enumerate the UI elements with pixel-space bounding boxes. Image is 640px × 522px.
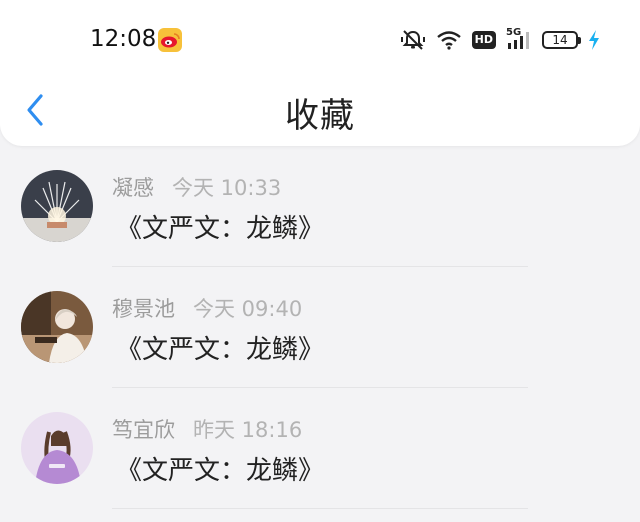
status-icons: HD 5G 14	[400, 27, 600, 52]
favorites-list: 凝感 今天 10:33 《文严文：龙鳞》 穆景池 今天 09:40 《文严文：龙鳞》	[0, 146, 640, 509]
avatar[interactable]	[21, 412, 93, 484]
item-title: 《文严文：龙鳞》	[116, 456, 325, 486]
hd-badge-icon: HD	[471, 31, 496, 49]
app-header: 12:08 HD 5G 14 收藏	[0, 0, 640, 146]
item-meta: 笃宜欣 昨天 18:16	[112, 414, 302, 444]
timestamp: 今天 10:33	[172, 176, 282, 200]
item-meta: 凝感 今天 10:33	[112, 172, 281, 202]
wifi-icon	[436, 30, 462, 50]
status-time: 12:08	[90, 26, 157, 52]
battery-level: 14	[552, 33, 568, 47]
item-title: 《文严文：龙鳞》	[116, 214, 325, 244]
mute-bell-icon	[400, 29, 426, 51]
battery-indicator: 14	[542, 31, 581, 49]
author-name: 笃宜欣	[112, 418, 175, 442]
list-item[interactable]: 穆景池 今天 09:40 《文严文：龙鳞》	[0, 267, 640, 388]
divider	[112, 508, 528, 509]
weibo-icon	[158, 28, 182, 52]
avatar[interactable]	[21, 170, 93, 242]
item-title: 《文严文：龙鳞》	[116, 335, 325, 365]
item-meta: 穆景池 今天 09:40	[112, 293, 302, 323]
timestamp: 昨天 18:16	[193, 418, 303, 442]
signal-5g-icon: 5G	[506, 27, 532, 51]
timestamp: 今天 09:40	[193, 297, 303, 321]
list-item[interactable]: 笃宜欣 昨天 18:16 《文严文：龙鳞》	[0, 388, 640, 509]
page-title: 收藏	[285, 96, 355, 136]
author-name: 穆景池	[112, 297, 175, 321]
list-item[interactable]: 凝感 今天 10:33 《文严文：龙鳞》	[0, 146, 640, 267]
author-name: 凝感	[112, 176, 154, 200]
avatar[interactable]	[21, 291, 93, 363]
charging-bolt-icon	[588, 29, 600, 51]
